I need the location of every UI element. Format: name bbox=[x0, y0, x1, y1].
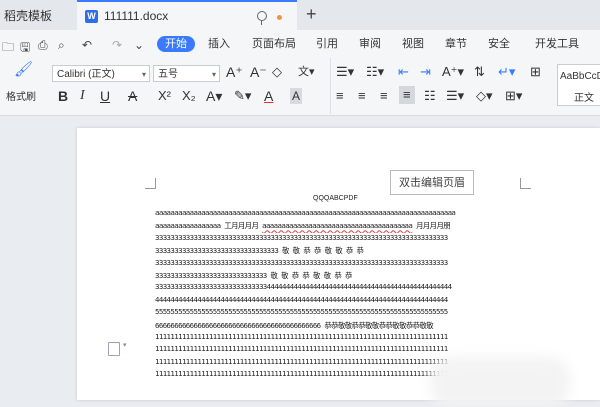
align-center-icon[interactable]: ≡ bbox=[358, 88, 366, 104]
ribbon-tab-references[interactable]: 引用 bbox=[316, 30, 338, 58]
highlight-icon[interactable]: ✎▾ bbox=[234, 88, 251, 104]
shading-icon[interactable]: ◇▾ bbox=[476, 88, 493, 104]
align-right-icon[interactable]: ≡ bbox=[380, 88, 388, 104]
more-icon[interactable]: ⌄ bbox=[134, 38, 144, 52]
justify-icon[interactable]: ≡ bbox=[399, 86, 415, 104]
borders-icon[interactable]: ⊞▾ bbox=[505, 88, 522, 104]
font-color-icon[interactable]: A bbox=[264, 88, 273, 104]
strikethrough-icon[interactable]: A bbox=[128, 88, 137, 104]
char-shading-icon[interactable]: A bbox=[290, 88, 303, 104]
ribbon-tab-insert[interactable]: 插入 bbox=[208, 30, 230, 58]
tab-document[interactable]: W 111111.docx bbox=[77, 0, 297, 30]
bold-icon[interactable]: B bbox=[58, 88, 68, 104]
ribbon-tab-developer[interactable]: 开发工具 bbox=[535, 30, 579, 58]
body-line: 3333333333333333333333333333333333333333… bbox=[155, 257, 448, 267]
style-gallery[interactable]: AaBbCcD 正文 bbox=[557, 64, 600, 106]
style-preview: AaBbCcD bbox=[560, 71, 600, 82]
save-icon[interactable]: 🖫 bbox=[20, 38, 30, 59]
file-icon[interactable] bbox=[108, 341, 127, 356]
unsaved-dot-icon bbox=[277, 15, 282, 20]
text-direction-icon[interactable]: A⁺▾ bbox=[442, 64, 464, 80]
text-effect-icon[interactable]: A▾ bbox=[206, 88, 222, 104]
body-line: 6666666666666666666666666666666666666666… bbox=[155, 320, 434, 330]
body-text: 月月月月朋 bbox=[412, 221, 451, 231]
misspelled-text: aaaaaaaaaaaaaaaaaaaaaaaaaaaaaaaaaaaaaaa bbox=[262, 221, 413, 231]
increase-indent-icon[interactable]: ⇥ bbox=[420, 64, 431, 80]
superscript-icon[interactable]: X² bbox=[158, 88, 171, 104]
toolbar: 🖌 格式刷 Calibri (正文) 五号 A⁺ A⁻ ◇ 文▾ B I U A… bbox=[0, 58, 600, 116]
body-line: aaaaaaaaaaaaaaaaa 工月月月月 aaaaaaaaaaaaaaaa… bbox=[155, 220, 522, 232]
redo-icon[interactable]: ↷ bbox=[112, 38, 122, 52]
pin-icon[interactable] bbox=[257, 11, 267, 25]
distribute-icon[interactable]: ☷ bbox=[424, 88, 436, 104]
body-line: 33333333333333333333333333333333 敬 敬 恭 恭… bbox=[155, 246, 364, 256]
ribbon-tabs: 🗀 🖫 ⎙ ⌕ ↶ ↷ ⌄ 开始 插入 页面布局 引用 审阅 视图 章节 安全 … bbox=[0, 30, 600, 58]
tab-templates[interactable]: 稻壳模板 bbox=[0, 0, 76, 30]
ribbon-tab-section[interactable]: 章节 bbox=[445, 30, 467, 58]
margin-corner-tr bbox=[520, 178, 531, 189]
decrease-indent-icon[interactable]: ⇤ bbox=[398, 64, 409, 80]
undo-icon[interactable]: ↶ bbox=[82, 38, 92, 52]
ribbon-tab-view[interactable]: 视图 bbox=[402, 30, 424, 58]
italic-icon[interactable]: I bbox=[80, 88, 85, 104]
body-line: 3333333333333333333333333333333333333333… bbox=[155, 232, 448, 242]
body-line: 33333333333333333333333333333 敬 敬 恭 恭 敬 … bbox=[155, 270, 352, 280]
format-painter-label[interactable]: 格式刷 bbox=[6, 90, 36, 106]
style-name: 正文 bbox=[574, 93, 594, 104]
style-gallery-icon[interactable]: ⊞ bbox=[530, 64, 541, 80]
body-line: 1111111111111111111111111111111111111111… bbox=[155, 344, 448, 354]
phonetic-icon[interactable]: 文▾ bbox=[298, 64, 315, 80]
numbering-icon[interactable]: ☷▾ bbox=[366, 64, 384, 80]
bullets-icon[interactable]: ☰▾ bbox=[336, 64, 354, 80]
tab-bar: 稻壳模板 W 111111.docx + bbox=[0, 0, 600, 30]
new-tab-button[interactable]: + bbox=[306, 4, 317, 25]
sort-icon[interactable]: ⇅ bbox=[474, 64, 485, 80]
format-painter-icon[interactable]: 🖌 bbox=[14, 62, 33, 78]
body-line: 5555555555555555555555555555555555555555… bbox=[155, 307, 448, 317]
ribbon-tab-layout[interactable]: 页面布局 bbox=[252, 30, 296, 58]
body-line: 4444444444444444444444444444444444444444… bbox=[155, 294, 448, 304]
edit-header-button[interactable]: 双击编辑页眉 bbox=[390, 170, 474, 195]
open-folder-icon[interactable]: 🗀 bbox=[2, 38, 14, 59]
word-doc-icon: W bbox=[85, 9, 98, 23]
shrink-font-icon[interactable]: A⁻ bbox=[250, 64, 267, 80]
font-family-select[interactable]: Calibri (正文) bbox=[52, 65, 150, 83]
body-line: aaaaaaaaaaaaaaaaaaaaaaaaaaaaaaaaaaaaaaaa… bbox=[155, 208, 456, 217]
body-line: 1111111111111111111111111111111111111111… bbox=[155, 331, 448, 341]
subscript-icon[interactable]: X₂ bbox=[182, 88, 196, 104]
margin-corner-tl bbox=[145, 178, 156, 189]
page-header-text: QQQABCPDF bbox=[313, 195, 358, 202]
grow-font-icon[interactable]: A⁺ bbox=[226, 64, 243, 80]
font-size-select[interactable]: 五号 bbox=[153, 65, 220, 83]
ribbon-tab-review[interactable]: 审阅 bbox=[359, 30, 381, 58]
tab-document-label: 111111.docx bbox=[104, 9, 169, 23]
ribbon-tab-security[interactable]: 安全 bbox=[488, 30, 510, 58]
line-spacing-icon[interactable]: ☰▾ bbox=[446, 88, 464, 104]
ribbon-tab-home[interactable]: 开始 bbox=[157, 36, 195, 52]
body-line: 3333333333333333333333333333344444444444… bbox=[155, 282, 452, 292]
clear-format-icon[interactable]: ◇ bbox=[272, 64, 282, 80]
print-preview-icon[interactable]: ⌕ bbox=[58, 38, 65, 53]
underline-icon[interactable]: U bbox=[100, 88, 110, 104]
document-body[interactable]: aaaaaaaaaaaaaaaaaaaaaaaaaaaaaaaaaaaaaaaa… bbox=[155, 208, 522, 381]
align-left-icon[interactable]: ≡ bbox=[336, 88, 344, 104]
toolbar-divider bbox=[330, 58, 331, 114]
tab-templates-label: 稻壳模板 bbox=[4, 8, 53, 23]
show-marks-icon[interactable]: ↵▾ bbox=[498, 64, 515, 80]
print-icon[interactable]: ⎙ bbox=[38, 38, 48, 53]
body-text: aaaaaaaaaaaaaaaaa 工月月月月 bbox=[155, 221, 259, 231]
